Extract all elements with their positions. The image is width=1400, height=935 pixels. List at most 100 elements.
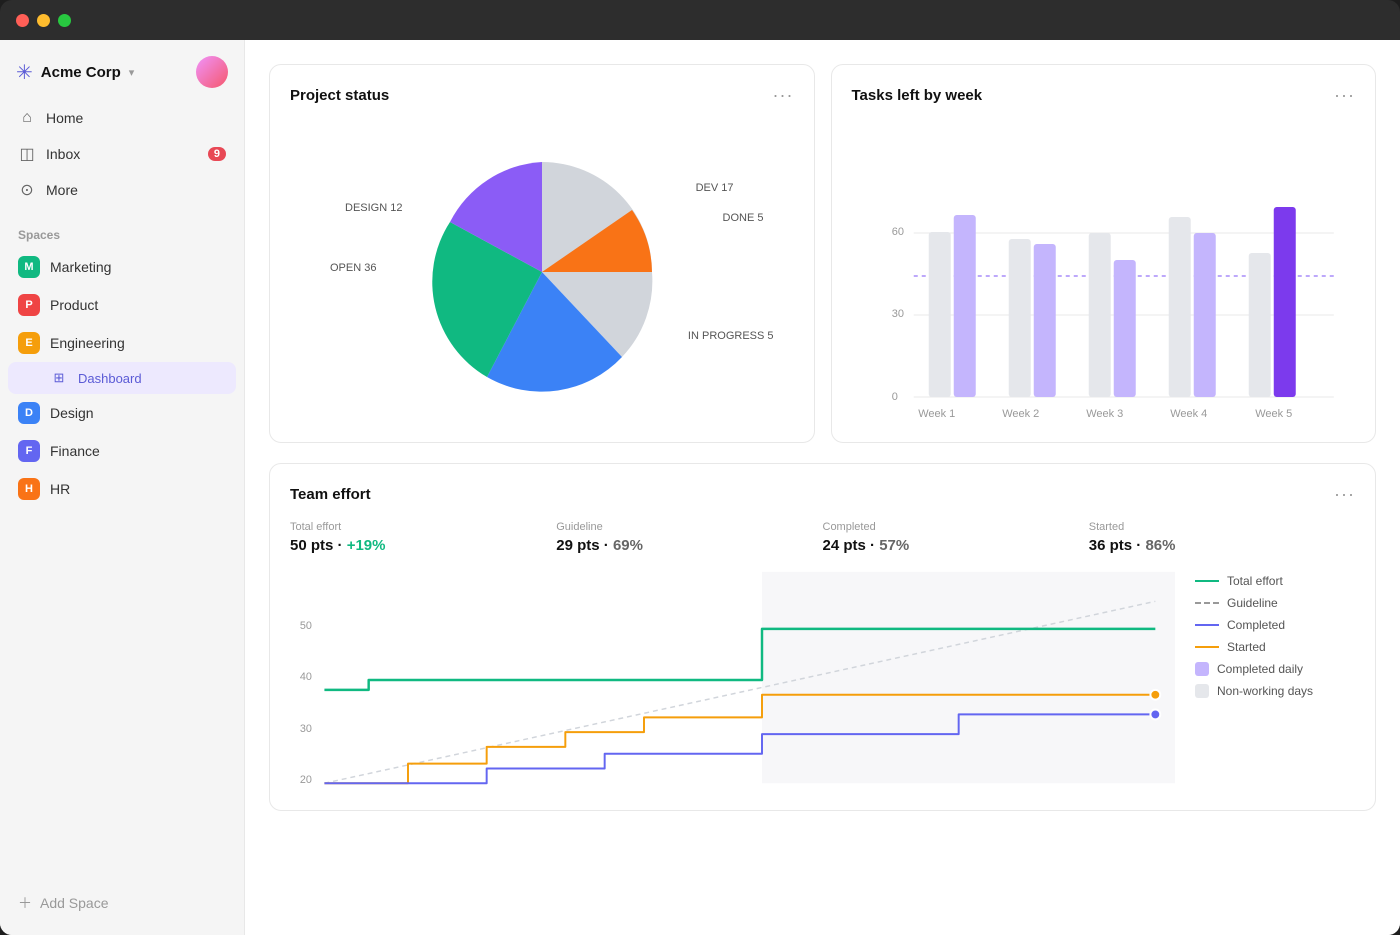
completed-extra: 57% [879,537,909,554]
design-label: Design [50,405,94,421]
add-space-button[interactable]: ＋ Add Space [0,883,244,923]
legend-total-effort: Total effort [1195,574,1355,588]
sidebar-item-design[interactable]: D Design [8,394,236,432]
tasks-by-week-card: Tasks left by week ··· 0 30 60 [831,64,1377,443]
legend-completed: Completed [1195,618,1355,632]
sidebar-item-engineering[interactable]: E Engineering [8,324,236,362]
legend-completed-daily-label: Completed daily [1217,662,1303,676]
legend-non-working-swatch [1195,684,1209,698]
avatar[interactable] [196,56,228,88]
home-icon: ⌂ [18,109,36,127]
inprogress-label: IN PROGRESS 5 [688,330,774,342]
hr-avatar: H [18,478,40,500]
hr-label: HR [50,481,70,497]
project-status-card: Project status ··· [269,64,815,443]
sidebar: ✳ Acme Corp ▾ ⌂ Home ◫ Inbox 9 ⊙ More Sp… [0,40,245,935]
sidebar-nav: ⌂ Home ◫ Inbox 9 ⊙ More [0,96,244,212]
team-title: Team effort [290,486,371,503]
legend-completed-line [1195,624,1219,626]
traffic-light-minimize[interactable] [37,14,50,27]
logo-icon: ✳ [16,60,33,85]
charts-row: Project status ··· [269,64,1376,443]
more-icon: ⊙ [18,181,36,199]
traffic-light-close[interactable] [16,14,29,27]
legend-started: Started [1195,640,1355,654]
team-legend: Total effort Guideline Completed Started [1195,570,1355,790]
open-label: OPEN 36 [330,262,376,274]
product-avatar: P [18,294,40,316]
inbox-badge: 9 [208,147,226,161]
stat-total-effort: Total effort 50 pts · +19% [290,521,556,554]
sidebar-item-product[interactable]: P Product [8,286,236,324]
spaces-label: Spaces [0,212,244,248]
completed-value: 24 pts · 57% [823,537,1089,554]
engineering-avatar: E [18,332,40,354]
tasks-title: Tasks left by week [852,87,983,104]
sidebar-item-home[interactable]: ⌂ Home [8,100,236,136]
dashboard-label: Dashboard [78,371,142,386]
guideline-value: 29 pts · 69% [556,537,822,554]
team-chart-area: 20 30 40 50 [290,570,1175,790]
team-header: Team effort ··· [290,484,1355,505]
sidebar-item-marketing[interactable]: M Marketing [8,248,236,286]
started-label: Started [1089,521,1355,533]
legend-completed-label: Completed [1227,618,1285,632]
legend-completed-daily-swatch [1195,662,1209,676]
team-more[interactable]: ··· [1334,484,1355,505]
team-stats: Total effort 50 pts · +19% Guideline 29 … [290,521,1355,554]
total-effort-extra: +19% [347,537,386,554]
started-value: 36 pts · 86% [1089,537,1355,554]
design-avatar: D [18,402,40,424]
legend-completed-daily: Completed daily [1195,662,1355,676]
home-label: Home [46,110,83,126]
project-status-more[interactable]: ··· [773,85,794,106]
svg-text:30: 30 [300,723,312,735]
dev-label: DEV 17 [696,182,734,194]
team-chart-svg: 20 30 40 50 [290,570,1175,790]
sidebar-item-finance[interactable]: F Finance [8,432,236,470]
org-chevron-icon[interactable]: ▾ [129,66,135,79]
svg-text:Week 3: Week 3 [1086,408,1123,420]
marketing-label: Marketing [50,259,111,275]
stat-guideline: Guideline 29 pts · 69% [556,521,822,554]
project-status-title: Project status [290,87,389,104]
inbox-icon: ◫ [18,145,36,163]
team-chart-wrapper: 20 30 40 50 [290,570,1355,790]
project-status-header: Project status ··· [290,85,794,106]
sidebar-item-hr[interactable]: H HR [8,470,236,508]
dashboard-icon: ⊞ [50,369,68,387]
svg-text:Week 5: Week 5 [1255,408,1292,420]
svg-text:0: 0 [891,391,897,403]
svg-text:60: 60 [891,226,903,238]
completed-label: Completed [823,521,1089,533]
guideline-label: Guideline [556,521,822,533]
legend-guideline-label: Guideline [1227,596,1278,610]
svg-text:50: 50 [300,620,312,632]
legend-started-line [1195,646,1219,648]
sidebar-item-inbox[interactable]: ◫ Inbox 9 [8,136,236,172]
legend-total-effort-line [1195,580,1219,582]
pie-chart-container: DEV 17 DONE 5 IN PROGRESS 5 OPEN 36 DESI… [290,122,794,422]
plus-icon: ＋ [18,893,32,913]
stat-completed: Completed 24 pts · 57% [823,521,1089,554]
svg-text:20: 20 [300,774,312,786]
stat-started: Started 36 pts · 86% [1089,521,1355,554]
product-label: Product [50,297,98,313]
bar-chart-container: 0 30 60 [852,122,1356,422]
design-label: DESIGN 12 [345,202,402,214]
legend-total-effort-label: Total effort [1227,574,1283,588]
legend-non-working: Non-working days [1195,684,1355,698]
legend-guideline-line [1195,602,1219,604]
sidebar-item-dashboard[interactable]: ⊞ Dashboard [8,362,236,394]
tasks-more[interactable]: ··· [1334,85,1355,106]
svg-text:Week 2: Week 2 [1002,408,1039,420]
svg-text:Week 4: Week 4 [1170,408,1207,420]
svg-text:40: 40 [300,671,312,683]
org-name: Acme Corp [41,64,121,81]
traffic-light-fullscreen[interactable] [58,14,71,27]
svg-text:30: 30 [891,308,903,320]
marketing-avatar: M [18,256,40,278]
sidebar-item-more[interactable]: ⊙ More [8,172,236,208]
add-space-label: Add Space [40,895,109,911]
team-effort-card: Team effort ··· Total effort 50 pts · +1… [269,463,1376,811]
